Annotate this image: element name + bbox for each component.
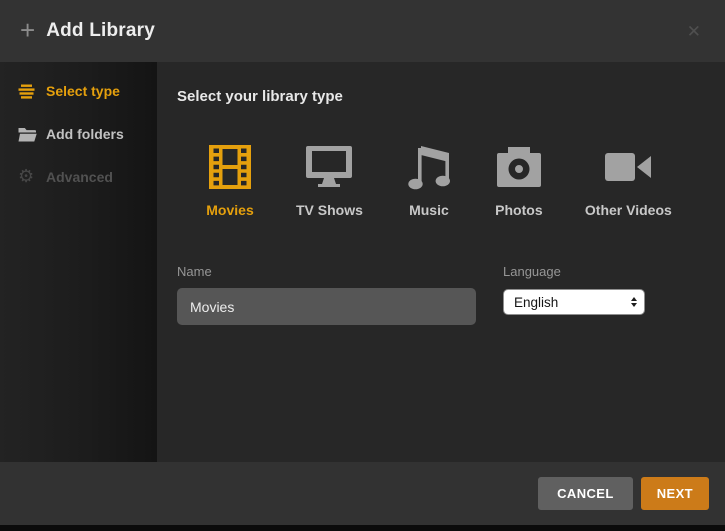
library-type-label: Photos [495,202,542,218]
library-type-label: Movies [206,202,253,218]
dialog-footer: CANCEL NEXT [0,462,725,525]
language-field-label: Language [503,264,645,279]
sidebar-item-select-type[interactable]: Select type [0,76,157,106]
language-select-value: English [514,295,631,310]
library-type-photos[interactable]: Photos [495,141,543,218]
film-icon [208,141,252,193]
dialog-sidebar: Select type Add folders ⚙ Advanced [0,62,157,462]
library-type-label: TV Shows [296,202,363,218]
library-type-music[interactable]: Music [405,141,453,218]
close-icon[interactable]: ✕ [683,19,705,44]
dialog-title: Add Library [46,20,155,42]
name-input[interactable] [177,288,476,325]
library-type-label: Other Videos [585,202,672,218]
tv-icon [305,141,353,193]
list-lines-icon [18,84,38,99]
next-button[interactable]: NEXT [641,477,709,510]
sidebar-item-add-folders[interactable]: Add folders [0,119,157,149]
name-field-group: Name [177,264,476,325]
library-type-tv-shows[interactable]: TV Shows [296,141,363,218]
folder-icon [18,127,38,142]
library-type-movies[interactable]: Movies [206,141,254,218]
select-stepper-icon [631,297,637,307]
library-type-other-videos[interactable]: Other Videos [585,141,672,218]
language-field-group: Language English [503,264,645,325]
dialog-content: Select your library type Movies [157,62,725,462]
sidebar-item-label: Advanced [46,169,113,185]
add-library-dialog: + Add Library ✕ Select type [0,0,725,531]
gear-icon: ⚙ [18,168,38,186]
camera-icon [496,141,542,193]
cancel-button[interactable]: CANCEL [538,477,633,510]
content-heading: Select your library type [177,88,725,105]
sidebar-item-label: Select type [46,83,120,99]
library-type-picker: Movies TV Shows [185,141,725,218]
video-camera-icon [605,141,652,193]
music-note-icon [408,141,450,193]
dialog-header: + Add Library ✕ [0,0,725,62]
window-bottom-edge [0,525,725,531]
sidebar-item-advanced: ⚙ Advanced [0,162,157,192]
plus-icon: + [20,17,35,43]
sidebar-item-label: Add folders [46,126,124,142]
library-settings-row: Name Language English [177,264,725,325]
dialog-body: Select type Add folders ⚙ Advanced [0,62,725,462]
language-select[interactable]: English [503,289,645,315]
name-field-label: Name [177,264,476,279]
library-type-label: Music [409,202,449,218]
